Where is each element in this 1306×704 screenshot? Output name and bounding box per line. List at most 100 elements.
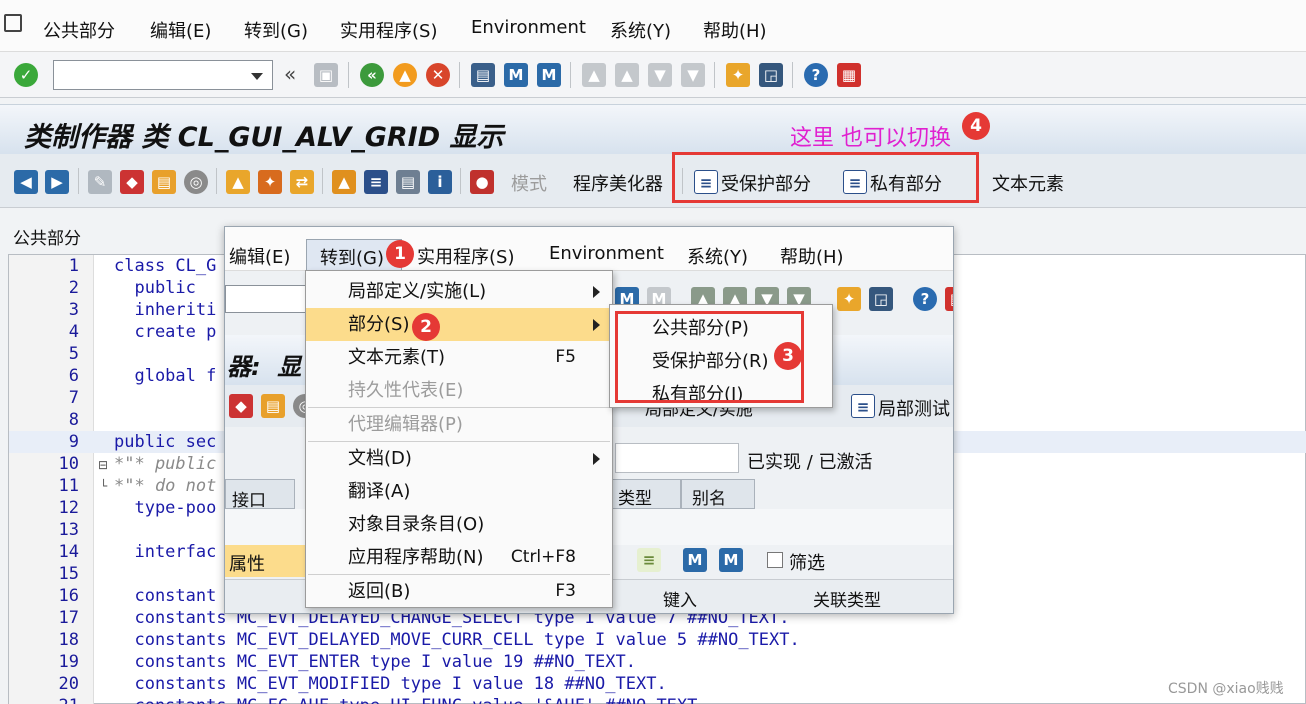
- active-inactive-icon[interactable]: ▤: [152, 170, 176, 194]
- code-line[interactable]: 19 constants MC_EVT_ENTER type I value 1…: [9, 651, 1306, 673]
- print-icon[interactable]: ▤: [471, 63, 495, 87]
- menu-public-section[interactable]: 公共部分: [43, 17, 115, 43]
- activate-icon[interactable]: ✦: [258, 170, 282, 194]
- info-icon[interactable]: i: [428, 170, 452, 194]
- w2-title: 器: 显: [227, 353, 302, 381]
- goto-menu-label: 转到(G): [320, 248, 384, 269]
- dropdown-item[interactable]: 局部定义/实施(L): [306, 275, 612, 308]
- collapse-toggle-icon[interactable]: ⊟: [98, 458, 108, 472]
- code-text: constants MC_EVT_ENTER type I value 19 #…: [114, 652, 636, 672]
- menu-utilities[interactable]: 实用程序(S): [340, 17, 437, 43]
- w2-menu-edit[interactable]: 编辑(E): [229, 243, 290, 269]
- w2-menu-utilities[interactable]: 实用程序(S): [417, 243, 514, 269]
- dropdown-item-shortcut: F3: [555, 581, 576, 601]
- annotation-text: 这里 也可以切换: [790, 126, 951, 151]
- menu-goto[interactable]: 转到(G): [244, 17, 308, 43]
- collapse-icon[interactable]: «: [284, 62, 296, 86]
- first-page-icon[interactable]: ▲: [582, 63, 606, 87]
- filter-checkbox[interactable]: [767, 552, 783, 568]
- stack-icon[interactable]: ≡: [637, 548, 661, 572]
- menu-edit[interactable]: 编辑(E): [150, 17, 211, 43]
- menu-environment[interactable]: Environment: [471, 17, 586, 38]
- dropdown-item[interactable]: 对象目录条目(O): [306, 508, 612, 541]
- line-number: 14: [58, 542, 79, 562]
- dropdown-item-shortcut: Ctrl+F8: [510, 547, 576, 567]
- w2-menu-environment[interactable]: Environment: [549, 243, 664, 264]
- text-elements-button[interactable]: 文本元素: [992, 170, 1064, 196]
- mode-button[interactable]: 模式: [511, 170, 547, 196]
- shortcut-icon[interactable]: ◲: [759, 63, 783, 87]
- menu-icon[interactable]: [4, 14, 22, 32]
- dropdown-item[interactable]: 翻译(A): [306, 475, 612, 508]
- badge-3: 3: [774, 342, 802, 370]
- next-page-icon[interactable]: ▼: [648, 63, 672, 87]
- dropdown-item-label: 部分(S): [348, 314, 410, 335]
- where-used-icon[interactable]: ◎: [184, 170, 208, 194]
- code-text: type-poo: [114, 498, 217, 518]
- arrow-left-icon[interactable]: ◀: [14, 170, 38, 194]
- w2-menu-system[interactable]: 系统(Y): [687, 243, 748, 269]
- attributes-tab[interactable]: 属性: [225, 545, 305, 577]
- code-text: interfac: [114, 542, 217, 562]
- save-icon[interactable]: ▣: [314, 63, 338, 87]
- chevron-down-icon[interactable]: [251, 73, 263, 80]
- shortcut-icon[interactable]: ◲: [869, 287, 893, 311]
- w2-command-field[interactable]: [225, 285, 315, 313]
- dropdown-item[interactable]: 返回(B) F3: [306, 575, 612, 608]
- w2-local-test-button[interactable]: 局部测试: [878, 395, 950, 421]
- code-line[interactable]: 21 constants MC_FC_AUF type UI_FUNC valu…: [9, 695, 1306, 704]
- find-next-icon[interactable]: M: [719, 548, 743, 572]
- stop-icon[interactable]: ●: [470, 170, 494, 194]
- last-page-icon[interactable]: ▼: [681, 63, 705, 87]
- code-text: global f: [114, 366, 217, 386]
- display-change-icon[interactable]: ◆: [120, 170, 144, 194]
- layout-icon[interactable]: ▦: [945, 287, 953, 311]
- tab-types[interactable]: 类型: [611, 479, 681, 509]
- highlight-box-4: [672, 152, 979, 203]
- tab-interfaces-label: 接口: [232, 491, 266, 511]
- dropdown-item[interactable]: 文档(D): [306, 442, 612, 475]
- active-inactive-icon[interactable]: ▤: [261, 394, 285, 418]
- cancel-icon[interactable]: ✕: [426, 63, 450, 87]
- help-icon[interactable]: ?: [804, 63, 828, 87]
- find-icon[interactable]: M: [683, 548, 707, 572]
- dropdown-item[interactable]: 文本元素(T) F5: [306, 341, 612, 374]
- dropdown-item[interactable]: 应用程序帮助(N) Ctrl+F8: [306, 541, 612, 574]
- line-number: 12: [58, 498, 79, 518]
- help-icon[interactable]: ?: [913, 287, 937, 311]
- menu-help[interactable]: 帮助(H): [703, 17, 767, 43]
- line-number: 6: [68, 366, 79, 386]
- tab-aliases[interactable]: 别名: [681, 479, 755, 509]
- pretty-printer-button[interactable]: 程序美化器: [573, 170, 663, 196]
- code-line[interactable]: 18 constants MC_EVT_DELAYED_MOVE_CURR_CE…: [9, 629, 1306, 651]
- dropdown-item-label: 返回(B): [348, 581, 411, 602]
- new-session-icon[interactable]: ✦: [837, 287, 861, 311]
- back-icon[interactable]: «: [360, 63, 384, 87]
- menu-system[interactable]: 系统(Y): [610, 17, 671, 43]
- display-change-icon[interactable]: ◆: [229, 394, 253, 418]
- new-session-icon[interactable]: ✦: [726, 63, 750, 87]
- list-icon[interactable]: ▤: [396, 170, 420, 194]
- test-icon[interactable]: ⇄: [290, 170, 314, 194]
- dropdown-item: 代理编辑器(P): [306, 408, 612, 441]
- dropdown-item-shortcut: F5: [555, 347, 576, 367]
- tab-interfaces[interactable]: 接口: [225, 479, 295, 511]
- arrow-right-icon[interactable]: ▶: [45, 170, 69, 194]
- check-icon[interactable]: ✓: [14, 63, 38, 87]
- w2-status-field: [615, 443, 739, 473]
- line-number: 2: [68, 278, 79, 298]
- command-field[interactable]: [53, 60, 273, 90]
- prev-page-icon[interactable]: ▲: [615, 63, 639, 87]
- check-object-icon[interactable]: ▲: [226, 170, 250, 194]
- code-line[interactable]: 20 constants MC_EVT_MODIFIED type I valu…: [9, 673, 1306, 695]
- exit-icon[interactable]: ▲: [393, 63, 417, 87]
- find-icon[interactable]: M: [504, 63, 528, 87]
- stack-icon[interactable]: ≡: [364, 170, 388, 194]
- layout-icon[interactable]: ▦: [837, 63, 861, 87]
- w2-menu-help[interactable]: 帮助(H): [780, 243, 844, 269]
- other-object-icon[interactable]: ✎: [88, 170, 112, 194]
- find-next-icon[interactable]: M: [537, 63, 561, 87]
- hierarchy-icon[interactable]: ▲: [332, 170, 356, 194]
- line-number: 17: [58, 608, 79, 628]
- dropdown-item[interactable]: 部分(S): [306, 308, 612, 341]
